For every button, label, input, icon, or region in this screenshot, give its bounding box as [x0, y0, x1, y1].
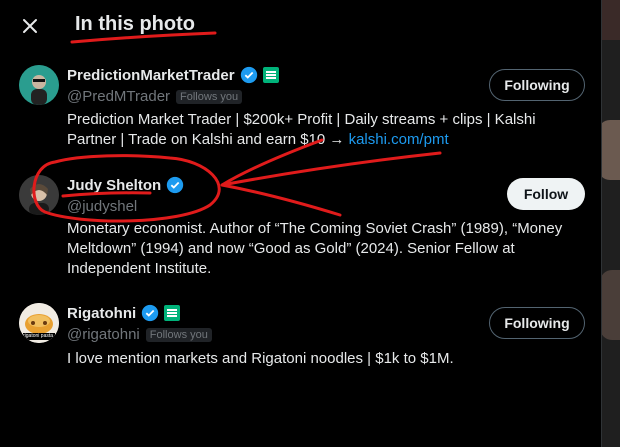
- bio-link[interactable]: kalshi.com/pmt: [349, 131, 449, 148]
- following-button[interactable]: Following: [489, 69, 585, 101]
- affiliate-badge-icon: [262, 67, 279, 83]
- user-bio: Prediction Market Trader | $200k+ Profit…: [67, 110, 587, 150]
- user-bio: Monetary economist. Author of “The Comin…: [67, 220, 563, 277]
- bio-text: Prediction Market Trader | $200k+ Profit…: [67, 111, 536, 148]
- close-icon: [23, 19, 37, 33]
- user-row-judy-shelton[interactable]: Judy Shelton @judyshel Follow Monetary e…: [0, 170, 601, 285]
- user-row-predictionmarkettrader[interactable]: PredictionMarketTrader @PredMTrader Foll…: [0, 60, 601, 155]
- user-row-rigatohni[interactable]: rigatoni pasta Rigatohni @rigatohni Foll…: [0, 298, 601, 378]
- avatar[interactable]: [19, 65, 59, 105]
- dialog-header: In this photo: [0, 0, 601, 52]
- dialog-title: In this photo: [75, 13, 195, 35]
- following-button[interactable]: Following: [489, 307, 585, 339]
- avatar[interactable]: [19, 175, 59, 215]
- user-name[interactable]: Rigatohni: [67, 305, 136, 322]
- user-handle: @judyshel: [67, 198, 138, 215]
- verified-badge-icon: [240, 66, 257, 84]
- background-photo-edge: [596, 0, 620, 447]
- user-bio: I love mention markets and Rigatoni nood…: [67, 350, 454, 367]
- close-button[interactable]: [14, 10, 46, 42]
- user-handle: @rigatohni: [67, 326, 140, 343]
- verified-badge-icon: [167, 176, 184, 194]
- in-this-photo-dialog: In this photo PredictionMarketTrader @Pr…: [0, 0, 602, 447]
- verified-badge-icon: [141, 304, 159, 322]
- user-handle: @PredMTrader: [67, 88, 171, 105]
- avatar[interactable]: rigatoni pasta: [19, 303, 59, 343]
- background-photo-face-lower: [600, 270, 620, 340]
- follows-you-badge: Follows you: [176, 89, 243, 104]
- user-name[interactable]: Judy Shelton: [67, 177, 161, 194]
- affiliate-badge-icon: [164, 305, 181, 321]
- avatar-caption: rigatoni pasta: [23, 333, 54, 339]
- follow-button[interactable]: Follow: [507, 178, 585, 210]
- follows-you-badge: Follows you: [145, 327, 212, 342]
- user-name[interactable]: PredictionMarketTrader: [67, 67, 235, 84]
